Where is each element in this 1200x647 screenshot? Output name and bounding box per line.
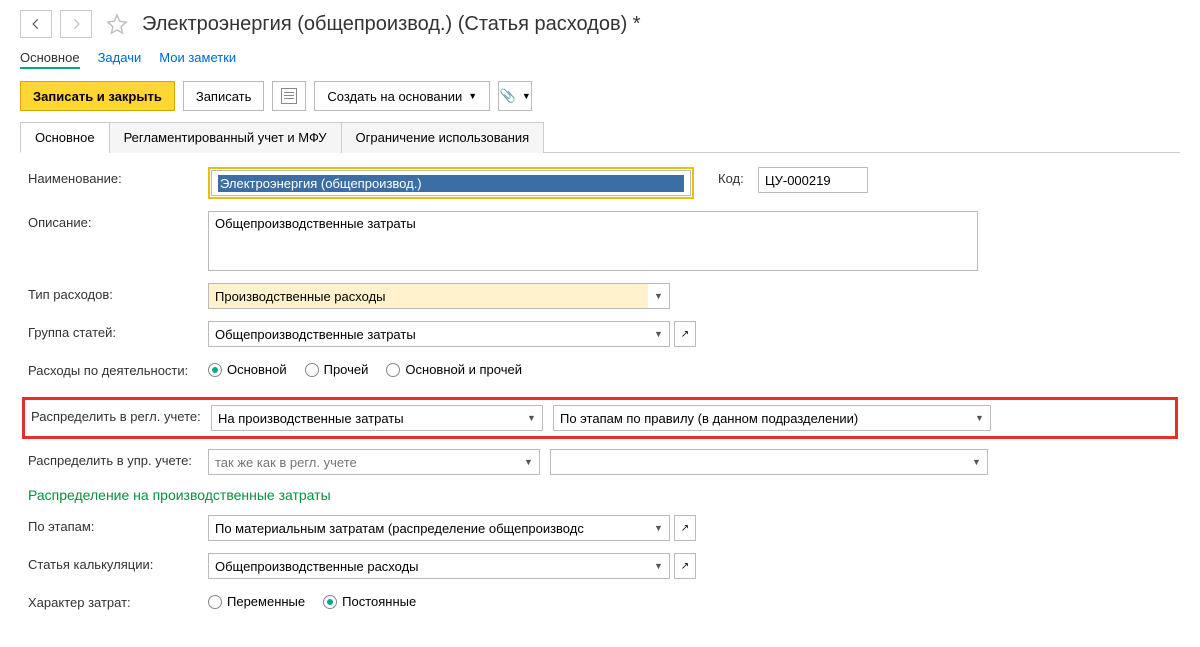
type-select[interactable]: ▼ (208, 283, 670, 309)
section-title: Распределение на производственные затрат… (28, 487, 1172, 503)
calc-select[interactable]: ▼ (208, 553, 670, 579)
dist-reg-select[interactable]: ▼ (211, 405, 543, 431)
caret-down-icon: ▼ (468, 91, 477, 101)
form-tab-reg[interactable]: Регламентированный учет и МФУ (109, 122, 342, 153)
activity-radio-group: Основной Прочей Основной и прочей (208, 359, 522, 377)
save-button[interactable]: Записать (183, 81, 265, 111)
radio-fixed[interactable]: Постоянные (323, 594, 416, 609)
dist-mgmt-select[interactable]: ▼ (208, 449, 540, 475)
arrow-right-icon (69, 17, 83, 31)
radio-icon (386, 363, 400, 377)
list-icon (281, 88, 297, 104)
dist-reg-rule-select[interactable]: ▼ (553, 405, 991, 431)
create-based-button[interactable]: Создать на основании ▼ (314, 81, 490, 111)
top-tab-main[interactable]: Основное (20, 48, 80, 69)
page-title: Электроэнергия (общепроизвод.) (Статья р… (142, 13, 641, 36)
dropdown-icon[interactable]: ▼ (648, 553, 670, 579)
stages-select[interactable]: ▼ (208, 515, 670, 541)
dropdown-icon[interactable]: ▼ (969, 405, 991, 431)
desc-textarea[interactable]: Общепроизводственные затраты (208, 211, 978, 271)
cost-type-radio-group: Переменные Постоянные (208, 591, 416, 609)
dist-reg-label: Распределить в регл. учете: (31, 405, 211, 424)
form-tabs: Основное Регламентированный учет и МФУ О… (20, 121, 1180, 153)
toolbar: Записать и закрыть Записать Создать на о… (20, 81, 1180, 111)
desc-label: Описание: (28, 211, 208, 230)
arrow-left-icon (29, 17, 43, 31)
radio-variable[interactable]: Переменные (208, 594, 305, 609)
caret-down-icon: ▼ (522, 91, 531, 101)
open-ref-button[interactable]: ↗ (674, 553, 696, 579)
dropdown-icon[interactable]: ▼ (521, 405, 543, 431)
folder-star-icon: 📎 (500, 88, 516, 104)
open-ref-button[interactable]: ↗ (674, 321, 696, 347)
group-select[interactable]: ▼ (208, 321, 670, 347)
top-tabs: Основное Задачи Мои заметки (20, 48, 1180, 69)
type-label: Тип расходов: (28, 283, 208, 302)
list-icon-button[interactable] (272, 81, 306, 111)
attach-button[interactable]: 📎 ▼ (498, 81, 532, 111)
radio-icon (323, 595, 337, 609)
calc-label: Статья калькуляции: (28, 553, 208, 572)
cost-type-label: Характер затрат: (28, 591, 208, 610)
name-highlight: Электроэнергия (общепроизвод.) (208, 167, 694, 199)
radio-icon (208, 363, 222, 377)
dropdown-icon[interactable]: ▼ (648, 283, 670, 309)
top-tab-notes[interactable]: Мои заметки (159, 48, 236, 69)
code-input[interactable] (758, 167, 868, 193)
save-close-button[interactable]: Записать и закрыть (20, 81, 175, 111)
radio-other[interactable]: Прочей (305, 362, 369, 377)
dropdown-icon[interactable]: ▼ (648, 515, 670, 541)
dropdown-icon[interactable]: ▼ (518, 449, 540, 475)
dist-mgmt-label: Распределить в упр. учете: (28, 449, 208, 468)
dist-mgmt-rule-select[interactable]: ▼ (550, 449, 988, 475)
dropdown-icon[interactable]: ▼ (648, 321, 670, 347)
nav-back-button[interactable] (20, 10, 52, 38)
form-body: Наименование: Электроэнергия (общепроизв… (20, 153, 1180, 637)
radio-main[interactable]: Основной (208, 362, 287, 377)
top-tab-tasks[interactable]: Задачи (98, 48, 142, 69)
dropdown-icon[interactable]: ▼ (966, 449, 988, 475)
reg-distribution-highlight: Распределить в регл. учете: ▼ ▼ (22, 397, 1178, 439)
code-label: Код: (718, 167, 758, 186)
radio-icon (208, 595, 222, 609)
radio-icon (305, 363, 319, 377)
group-label: Группа статей: (28, 321, 208, 340)
stages-label: По этапам: (28, 515, 208, 534)
activity-label: Расходы по деятельности: (28, 359, 208, 378)
nav-forward-button[interactable] (60, 10, 92, 38)
form-tab-main[interactable]: Основное (20, 122, 110, 153)
name-label: Наименование: (28, 167, 208, 186)
form-tab-limit[interactable]: Ограничение использования (341, 122, 545, 153)
favorite-star-icon[interactable] (106, 13, 128, 35)
name-input[interactable]: Электроэнергия (общепроизвод.) (211, 170, 691, 196)
radio-both[interactable]: Основной и прочей (386, 362, 522, 377)
open-ref-button[interactable]: ↗ (674, 515, 696, 541)
